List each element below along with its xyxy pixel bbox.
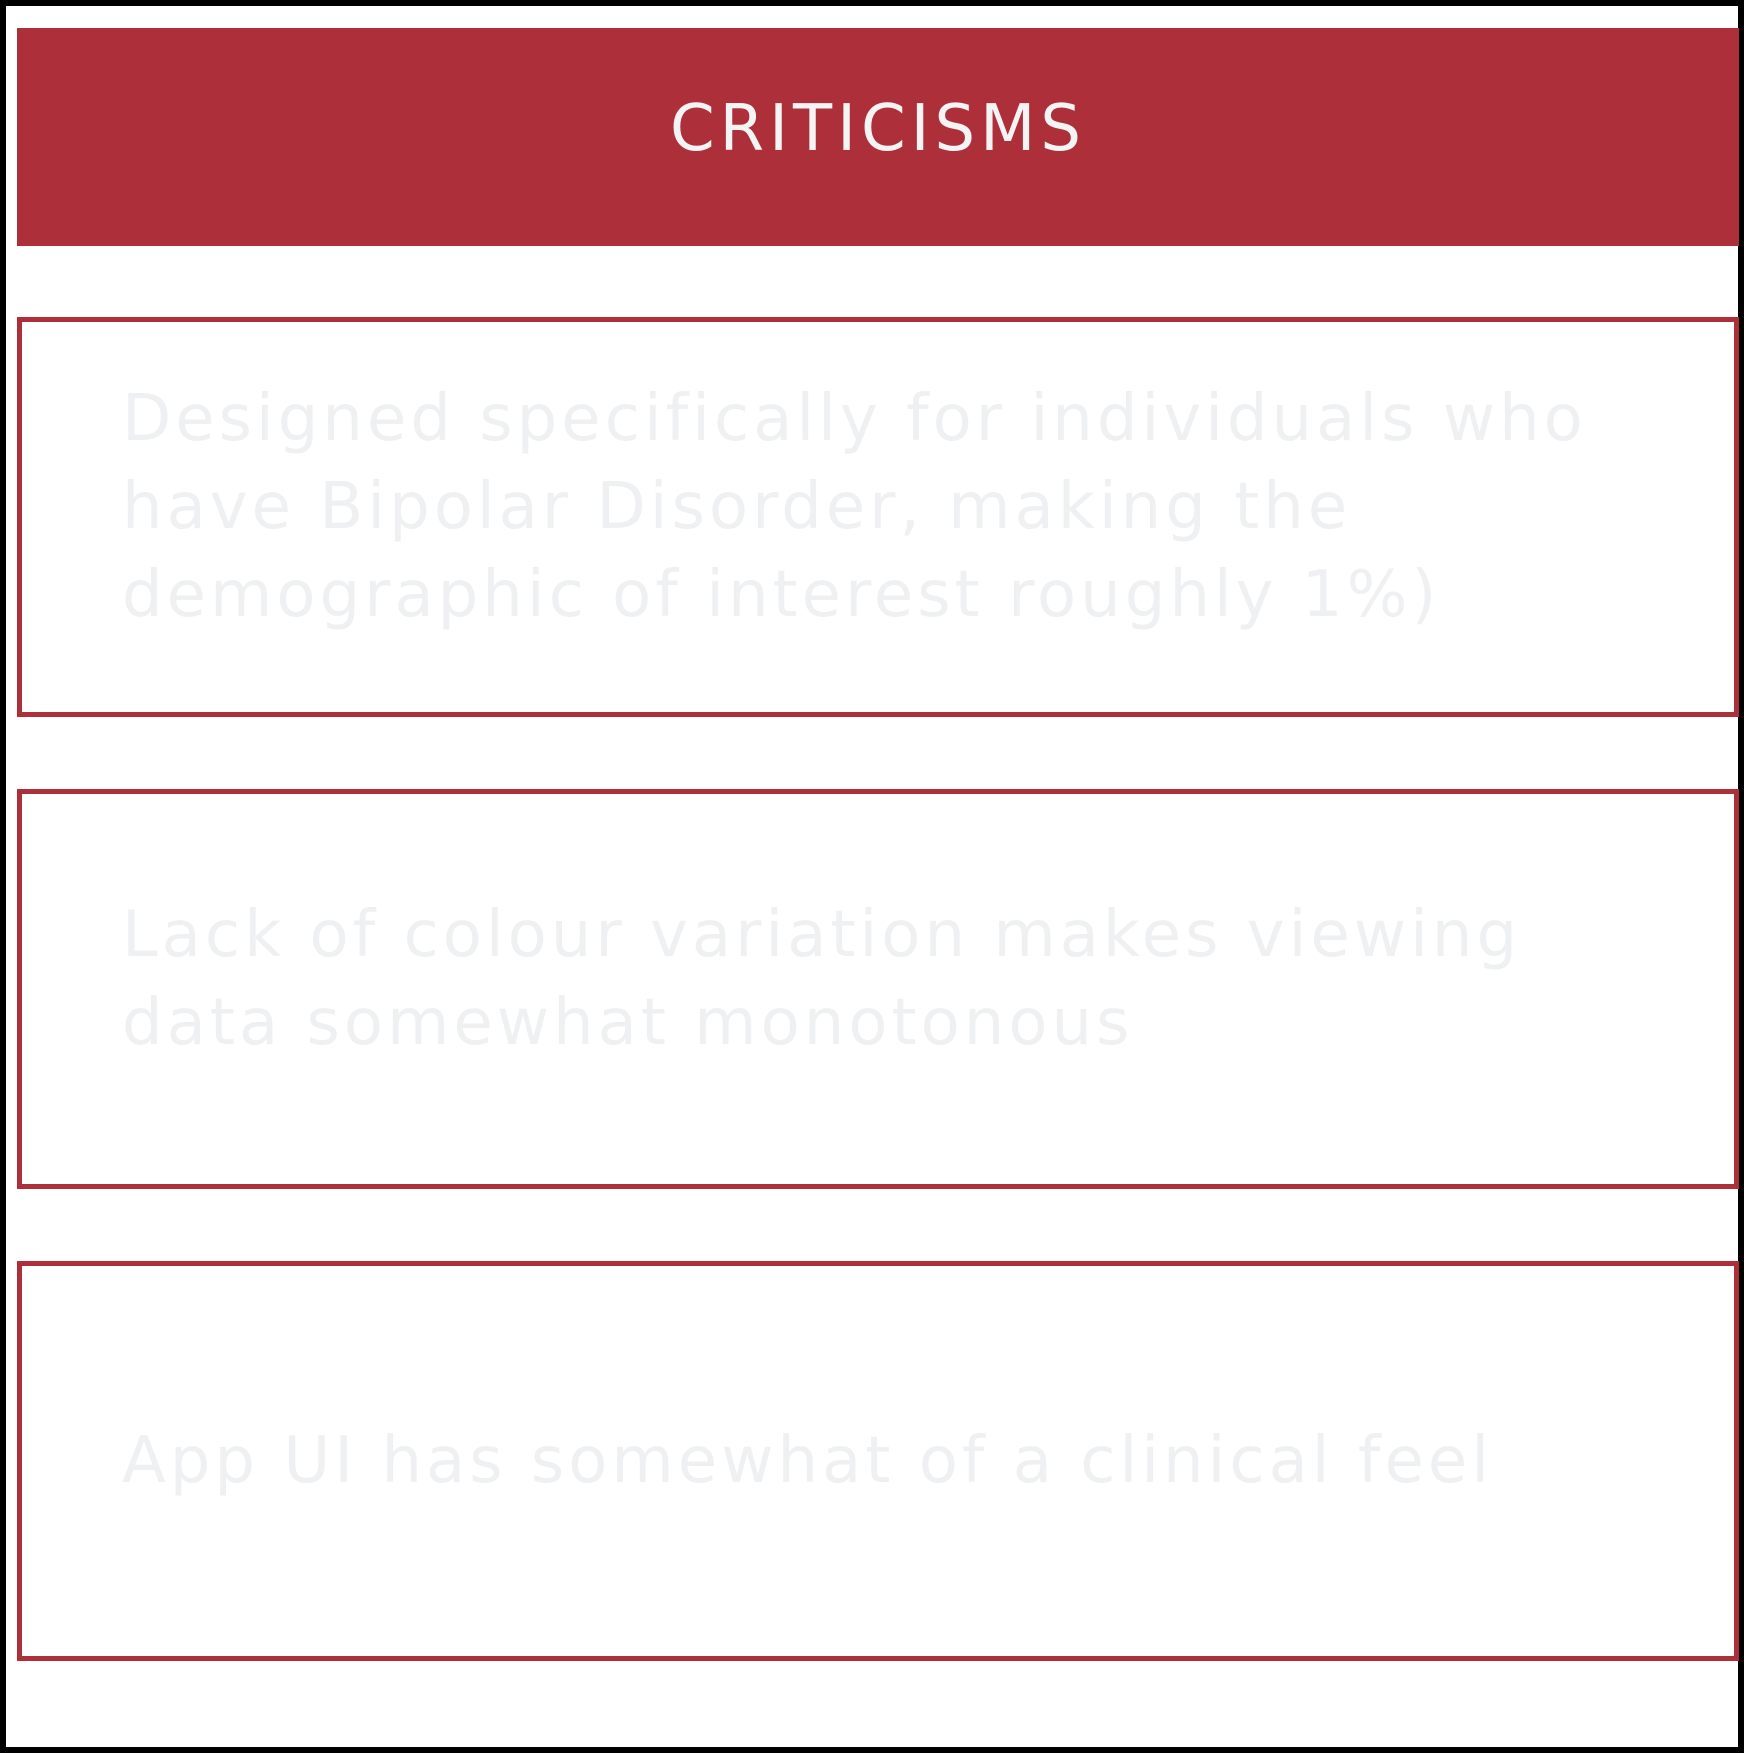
criticism-card: Designed specifically for individuals wh… [17, 317, 1739, 717]
criticism-text: Lack of colour variation makes viewing d… [122, 898, 1522, 1060]
page-title: CRITICISMS [669, 92, 1087, 166]
header-banner: CRITICISMS [17, 28, 1739, 246]
criticism-text: App UI has somewhat of a clinical feel [122, 1424, 1493, 1498]
slide-frame: CRITICISMS Designed specifically for ind… [0, 0, 1744, 1753]
criticism-card: Lack of colour variation makes viewing d… [17, 789, 1739, 1189]
criticism-card: App UI has somewhat of a clinical feel [17, 1261, 1739, 1661]
criticism-text: Designed specifically for individuals wh… [122, 382, 1587, 632]
